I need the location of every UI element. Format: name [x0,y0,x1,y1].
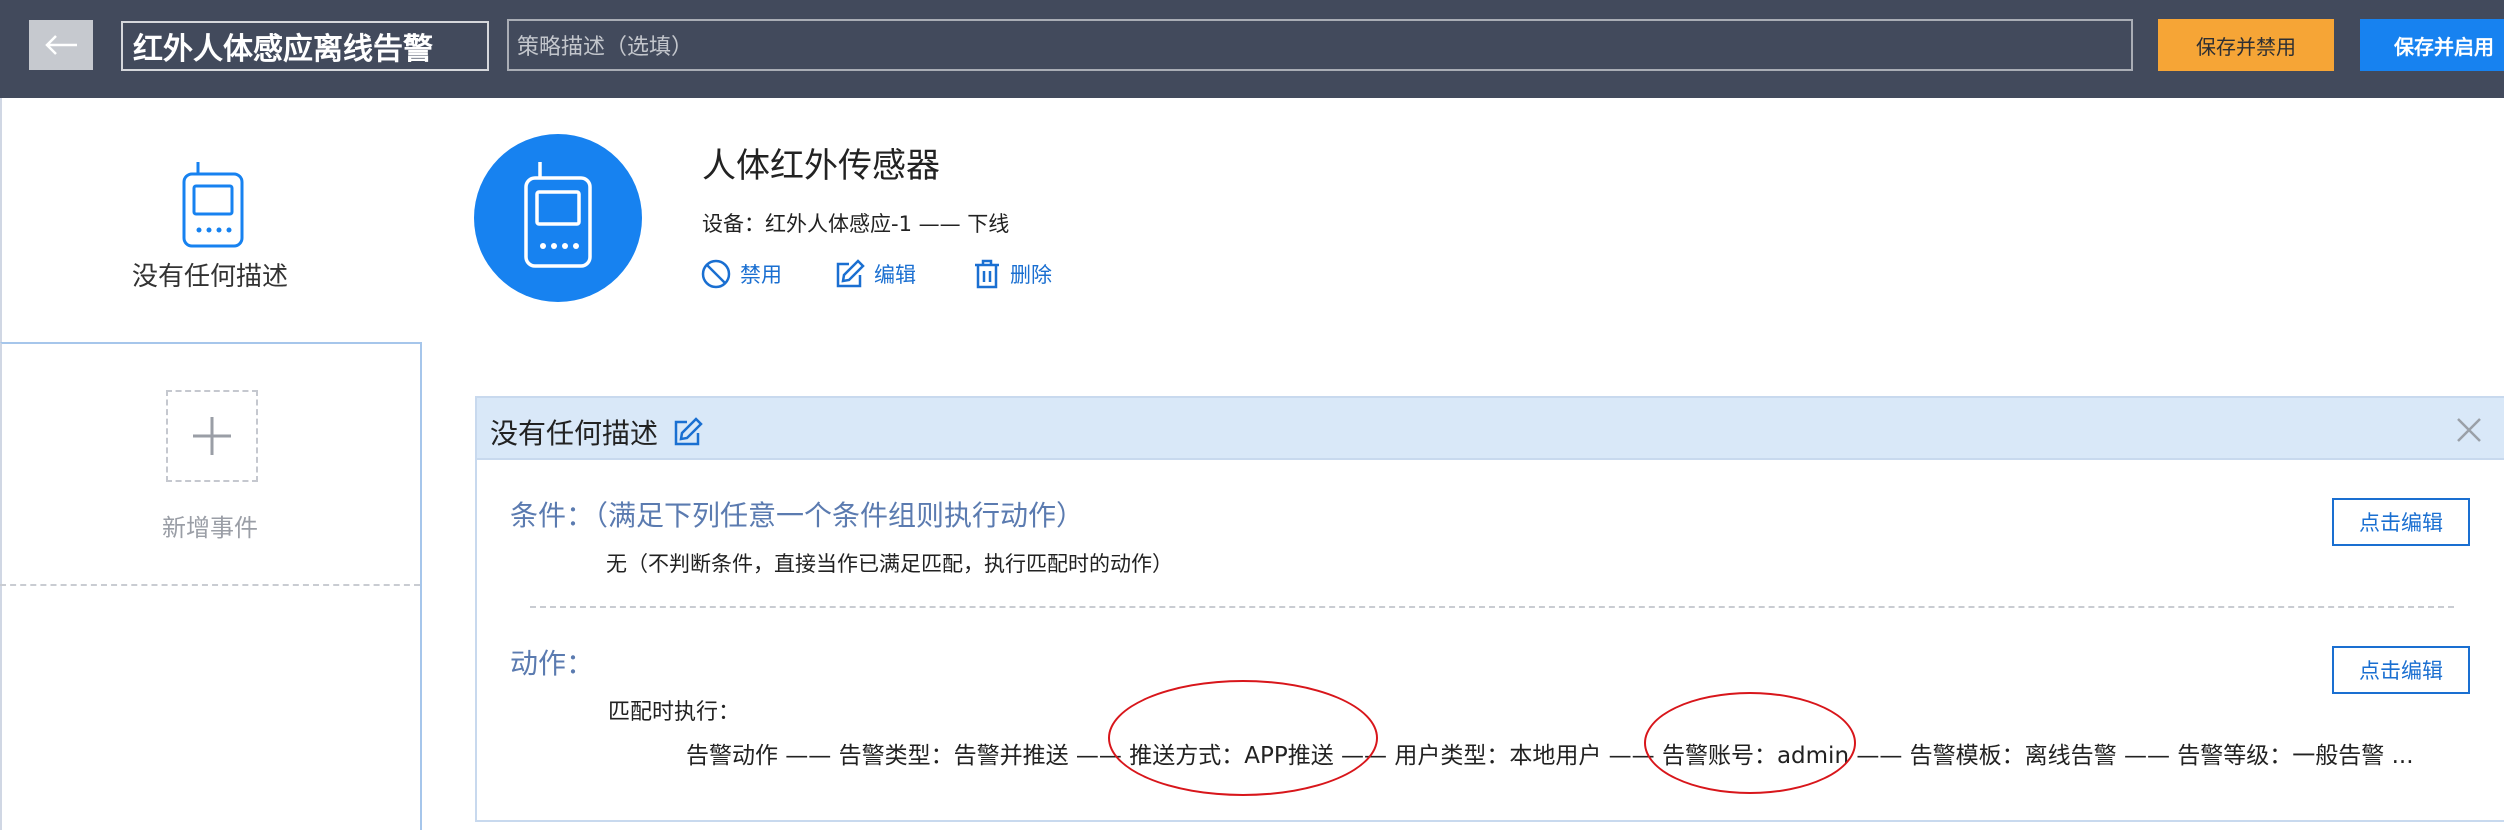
delete-label: 删除 [1010,263,1052,287]
description-input[interactable]: 策略描述（选填） [507,19,2133,71]
ban-icon [701,259,731,289]
event-card-title-text: 没有任何描述 [490,417,659,450]
edit-action-button[interactable]: 点击编辑 [2332,646,2470,694]
save-and-disable-button[interactable]: 保存并禁用 [2158,19,2334,71]
edit-label: 编辑 [874,263,916,287]
section-divider [530,606,2454,608]
device-name: 人体红外传感器 [702,146,940,186]
close-icon[interactable] [2453,414,2485,446]
event-card-title: 没有任何描述 [490,412,704,452]
sensor-icon [182,162,244,248]
sensor-icon [524,162,592,268]
add-event-button[interactable] [166,390,258,482]
action-chain: 告警动作 —— 告警类型：告警并推送 —— 推送方式：APP推送 —— 用户类型… [686,743,2414,769]
device-info: 设备：红外人体感应-1 —— 下线 [702,212,1010,236]
condition-text: 无（不判断条件，直接当作已满足匹配，执行匹配时的动作） [606,552,1173,576]
annotation-ellipse-push-method [1108,680,1378,796]
annotation-ellipse-alarm-account [1644,692,1856,794]
match-label: 匹配时执行： [608,700,741,725]
disable-button[interactable]: 禁用 [700,256,782,292]
plus-icon [193,417,231,455]
arrow-left-icon [45,35,77,55]
condition-label: 条件：（满足下列任意一个条件组则执行动作） [510,499,1085,532]
edit-icon [836,259,865,288]
event-description: 没有任何描述 [131,262,288,292]
back-button[interactable] [29,20,93,70]
left-divider [0,584,420,586]
trash-icon [975,259,999,289]
edit-condition-button[interactable]: 点击编辑 [2332,498,2470,546]
add-event-label: 新增事件 [162,514,258,542]
event-card-header [475,396,2504,460]
action-label: 动作： [510,647,595,680]
edit-icon[interactable] [672,416,704,448]
disable-label: 禁用 [740,263,782,287]
save-and-enable-button[interactable]: 保存并启用 [2360,19,2504,71]
delete-device-button[interactable]: 删除 [972,256,1052,292]
policy-title-input[interactable]: 红外人体感应离线告警 [121,21,489,71]
edit-device-button[interactable]: 编辑 [834,256,916,292]
